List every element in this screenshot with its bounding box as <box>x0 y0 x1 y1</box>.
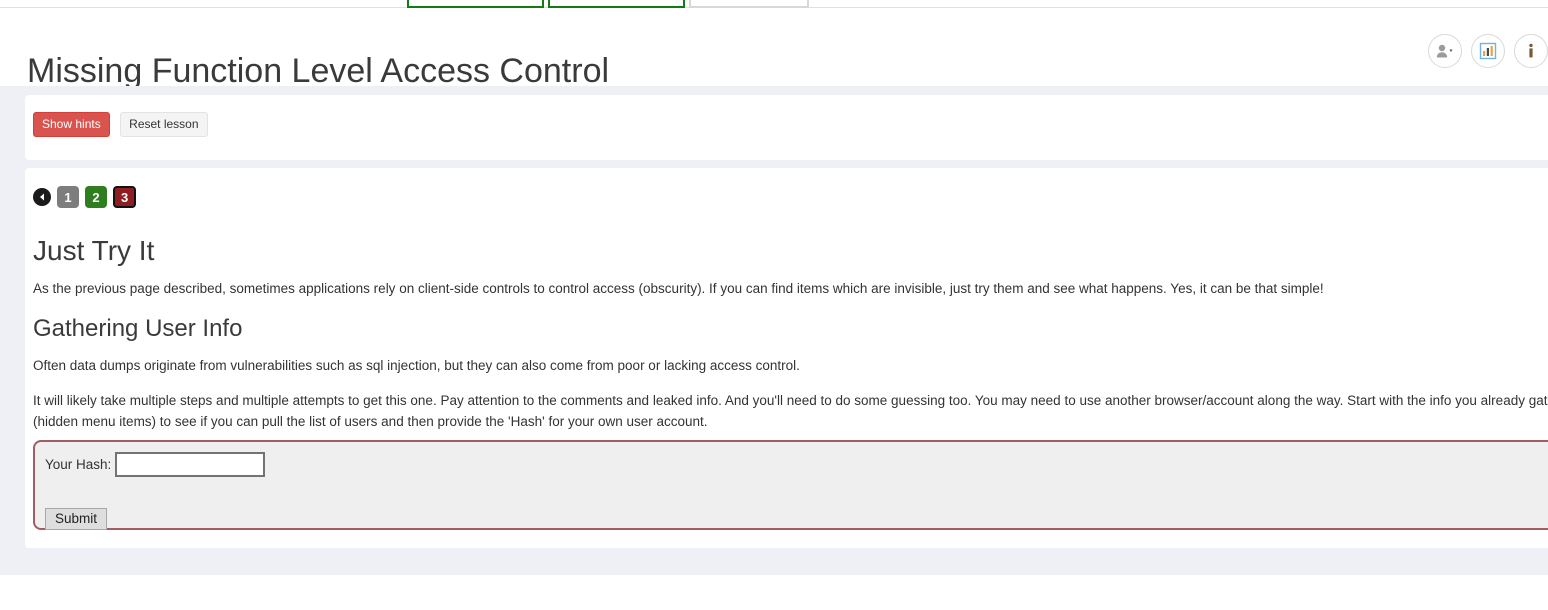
lesson-pagination: 1 2 3 <box>33 186 137 208</box>
page-root: Missing Function Level Access Control Sh… <box>0 0 1548 610</box>
hash-input[interactable] <box>115 452 266 477</box>
lesson-heading-gathering-user-info: Gathering User Info <box>33 315 243 342</box>
lesson-paragraph-2: Often data dumps originate from vulnerab… <box>33 358 800 373</box>
top-nav-strip <box>0 0 1548 8</box>
top-menu-item-2[interactable] <box>548 0 685 8</box>
lesson-paragraph-1: As the previous page described, sometime… <box>33 281 1324 296</box>
pagination-back-icon[interactable] <box>33 188 51 206</box>
top-menu-item-1[interactable] <box>407 0 544 8</box>
lesson-heading-just-try-it: Just Try It <box>33 235 155 266</box>
hints-card: Show hints Reset lesson <box>25 95 1548 160</box>
hash-field-row: Your Hash: <box>45 452 266 477</box>
pagination-page-2[interactable]: 2 <box>85 186 107 208</box>
lesson-body-background: Show hints Reset lesson 1 2 3 Just Try I… <box>0 86 1548 575</box>
hash-field-label: Your Hash: <box>45 457 112 472</box>
scoreboard-icon[interactable] <box>1471 34 1505 68</box>
lesson-content-card: 1 2 3 Just Try It As the previous page d… <box>25 168 1548 548</box>
top-menu-item-3[interactable] <box>689 0 809 8</box>
user-menu-icon[interactable] <box>1428 34 1462 68</box>
reset-lesson-button[interactable]: Reset lesson <box>120 112 208 137</box>
pagination-page-3[interactable]: 3 <box>113 186 137 208</box>
hints-button-row: Show hints Reset lesson <box>33 112 208 137</box>
submit-button[interactable]: Submit <box>45 508 108 530</box>
show-hints-button[interactable]: Show hints <box>33 112 110 137</box>
pagination-page-1[interactable]: 1 <box>57 186 79 208</box>
lesson-paragraph-3: It will likely take multiple steps and m… <box>33 393 1548 429</box>
about-info-icon[interactable] <box>1514 34 1548 68</box>
page-header: Missing Function Level Access Control <box>0 8 1548 90</box>
header-icon-group <box>1428 34 1548 68</box>
page-footer-area <box>0 575 1548 610</box>
hash-attack-form: Your Hash: Submit <box>33 440 1548 530</box>
